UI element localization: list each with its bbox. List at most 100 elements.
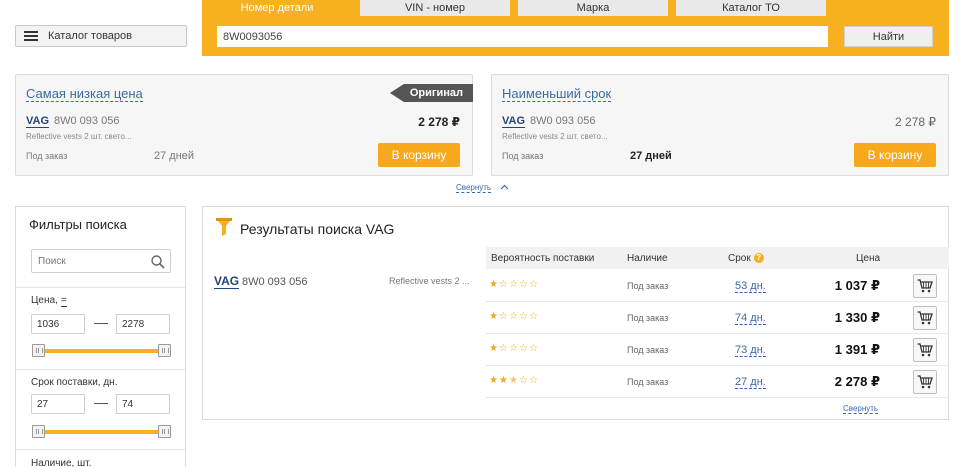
question-icon[interactable]: ? xyxy=(753,253,764,263)
add-to-cart-button[interactable] xyxy=(913,370,937,394)
price-filter-label: Цена, = xyxy=(31,295,67,307)
range-dash xyxy=(94,403,108,404)
offer-term: 27 дней xyxy=(154,150,195,162)
delivery-probability-stars: ★ ☆ ☆ ☆ ☆ xyxy=(489,344,539,354)
row-term-days[interactable]: 53 дн. xyxy=(735,280,766,293)
star-icon: ★ xyxy=(489,279,498,290)
star-icon: ☆ xyxy=(509,311,518,322)
add-to-cart-button[interactable] xyxy=(913,306,937,330)
column-term-label: Срок xyxy=(728,253,751,264)
range-dash xyxy=(94,323,108,324)
result-description: Reflective vests 2 ... xyxy=(389,276,470,286)
tab-maintenance-catalog[interactable]: Каталог ТО xyxy=(676,0,826,16)
star-icon: ☆ xyxy=(519,343,528,354)
offer-brand[interactable]: VAG xyxy=(26,115,50,128)
star-icon: ☆ xyxy=(529,311,538,322)
row-price: 1 391 ₽ xyxy=(834,342,880,357)
filters-title: Фильтры поиска xyxy=(29,217,127,232)
star-icon: ☆ xyxy=(499,279,508,290)
price-slider-track[interactable] xyxy=(39,349,163,353)
row-availability: Под заказ xyxy=(627,345,669,355)
qty-filter-label: Наличие, шт. xyxy=(31,458,92,467)
row-term-days[interactable]: 27 дн. xyxy=(735,376,766,389)
cart-icon xyxy=(917,343,933,357)
price-from-input[interactable] xyxy=(31,314,85,334)
star-icon: ☆ xyxy=(529,279,538,290)
offer-title[interactable]: Самая низкая цена xyxy=(26,87,143,102)
tab-brand[interactable]: Марка xyxy=(518,0,668,16)
price-slider-min-handle[interactable] xyxy=(32,344,45,357)
collapse-offers-link[interactable]: Свернуть xyxy=(456,183,492,193)
table-row: ★ ★ ★ ☆ ☆ Под заказ 27 дн. 2 278 ₽ xyxy=(486,366,949,398)
results-panel: Результаты поиска VAG Вероятность постав… xyxy=(202,206,949,420)
delivery-probability-stars: ★ ★ ★ ☆ ☆ xyxy=(489,376,539,386)
column-availability: Наличие xyxy=(627,253,668,264)
filters-panel: Фильтры поиска Цена,= Срок поставки, дн.… xyxy=(15,206,186,467)
term-filter-label: Срок поставки, дн. xyxy=(31,377,118,388)
term-slider-min-handle[interactable] xyxy=(32,425,45,438)
price-slider-max-handle[interactable] xyxy=(158,344,171,357)
result-part-number: 8W0 093 056 xyxy=(242,276,308,288)
price-label: Цена, xyxy=(31,295,58,306)
filter-icon xyxy=(216,218,232,236)
star-icon: ★ xyxy=(509,375,518,386)
term-slider-track[interactable] xyxy=(39,430,163,434)
find-button[interactable]: Найти xyxy=(844,26,933,47)
star-icon: ☆ xyxy=(499,311,508,322)
row-term-days[interactable]: 74 дн. xyxy=(735,312,766,325)
result-brand[interactable]: VAG xyxy=(214,275,240,289)
offer-term: 27 дней xyxy=(630,150,672,162)
delivery-probability-stars: ★ ☆ ☆ ☆ ☆ xyxy=(489,312,539,322)
catalog-button[interactable]: Каталог товаров xyxy=(15,25,187,47)
tab-vin[interactable]: VIN - номер xyxy=(360,0,510,16)
add-to-cart-button[interactable]: В корзину xyxy=(854,143,936,167)
term-from-input[interactable] xyxy=(31,394,85,414)
offer-description: Reflective vests 2 шт. свето... xyxy=(502,132,608,141)
add-to-cart-button[interactable] xyxy=(913,338,937,362)
hamburger-icon xyxy=(24,31,38,41)
tab-part-number[interactable]: Номер детали xyxy=(202,0,352,16)
original-badge: Оригинал xyxy=(389,84,473,102)
divider xyxy=(16,287,185,288)
star-icon: ☆ xyxy=(509,343,518,354)
row-availability: Под заказ xyxy=(627,313,669,323)
star-icon: ☆ xyxy=(529,343,538,354)
divider xyxy=(16,369,185,370)
results-table-header: Вероятность поставки Наличие Срок? Цена xyxy=(486,247,949,269)
row-price: 1 037 ₽ xyxy=(834,278,880,293)
star-icon: ★ xyxy=(489,343,498,354)
add-to-cart-button[interactable] xyxy=(913,274,937,298)
row-price: 2 278 ₽ xyxy=(834,374,880,389)
offer-availability: Под заказ xyxy=(26,151,68,161)
term-slider-max-handle[interactable] xyxy=(158,425,171,438)
chevron-up-icon[interactable] xyxy=(500,184,509,190)
search-tabs: Номер детали VIN - номер Марка Каталог Т… xyxy=(202,0,826,16)
star-icon: ☆ xyxy=(519,311,528,322)
table-row: ★ ☆ ☆ ☆ ☆ Под заказ 53 дн. 1 037 ₽ xyxy=(486,270,949,302)
collapse-results-link[interactable]: Свернуть xyxy=(843,404,879,414)
delivery-probability-stars: ★ ☆ ☆ ☆ ☆ xyxy=(489,280,539,290)
add-to-cart-button[interactable]: В корзину xyxy=(378,143,460,167)
search-input[interactable] xyxy=(217,26,828,47)
cart-icon xyxy=(917,375,933,389)
table-row: ★ ☆ ☆ ☆ ☆ Под заказ 74 дн. 1 330 ₽ xyxy=(486,302,949,334)
star-icon: ★ xyxy=(489,311,498,322)
row-availability: Под заказ xyxy=(627,281,669,291)
offer-title[interactable]: Наименьший срок xyxy=(502,87,612,102)
column-term: Срок? xyxy=(728,253,764,264)
star-icon: ★ xyxy=(489,375,498,386)
row-term-days[interactable]: 73 дн. xyxy=(735,344,766,357)
star-icon: ☆ xyxy=(529,375,538,386)
price-to-input[interactable] xyxy=(116,314,170,334)
star-icon: ☆ xyxy=(509,279,518,290)
star-icon: ☆ xyxy=(499,343,508,354)
column-probability: Вероятность поставки xyxy=(491,253,595,264)
price-sort-toggle[interactable]: = xyxy=(60,295,67,307)
search-icon[interactable] xyxy=(150,254,166,270)
offer-price: 2 278 ₽ xyxy=(418,115,460,129)
star-icon: ★ xyxy=(499,375,508,386)
offer-brand[interactable]: VAG xyxy=(502,115,526,128)
offer-price: 2 278 ₽ xyxy=(895,115,936,129)
catalog-button-label: Каталог товаров xyxy=(48,30,132,42)
term-to-input[interactable] xyxy=(116,394,170,414)
